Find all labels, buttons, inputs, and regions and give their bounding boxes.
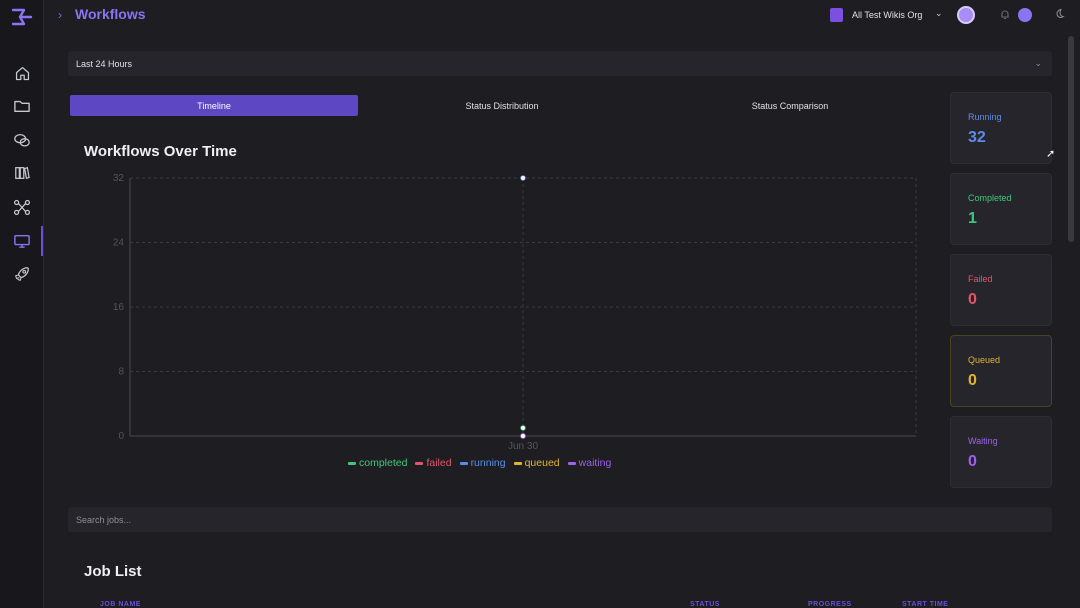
user-avatar[interactable] (957, 6, 975, 24)
stat-value: 0 (968, 372, 977, 389)
y-tick-label: 16 (113, 302, 125, 313)
y-tick-label: 24 (113, 238, 125, 249)
search-jobs-input[interactable] (68, 507, 1052, 532)
legend-item-waiting[interactable]: waiting (567, 457, 612, 469)
legend-item-completed[interactable]: completed (348, 457, 407, 469)
stat-card-waiting[interactable]: Waiting 0 (950, 416, 1052, 488)
legend-label: running (470, 457, 506, 469)
legend-swatch (459, 461, 468, 465)
chat-icon[interactable] (12, 130, 32, 150)
time-range-select[interactable]: Last 24 Hours ⌄ (68, 51, 1052, 76)
legend-item-failed[interactable]: failed (415, 457, 452, 469)
stat-card-completed[interactable]: Completed 1 (950, 173, 1052, 245)
workflow-icon[interactable] (12, 197, 32, 217)
x-tick-label: Jun 30 (508, 441, 538, 452)
column-header-start-time[interactable]: START TIME (902, 601, 948, 608)
chart-legend: completed failed running queued waiting (348, 457, 611, 469)
stat-label: Running (968, 112, 1002, 122)
legend-label: failed (426, 457, 452, 469)
library-icon[interactable] (12, 163, 32, 183)
mouse-cursor-icon: ➚ (1046, 148, 1056, 160)
app-logo-icon[interactable] (10, 6, 34, 28)
legend-swatch (567, 461, 576, 465)
legend-swatch (415, 461, 424, 465)
stat-card-queued[interactable]: Queued 0 (950, 335, 1052, 407)
column-header-progress[interactable]: PROGRESS (808, 601, 852, 608)
notification-status-icon[interactable] (1018, 8, 1032, 22)
data-point-waiting (520, 433, 526, 439)
home-icon[interactable] (12, 63, 32, 83)
sidebar (0, 0, 44, 608)
stat-label: Queued (968, 355, 1001, 365)
breadcrumb-chevron-icon: › (58, 8, 62, 22)
stat-card-failed[interactable]: Failed 0 (950, 254, 1052, 326)
chart-title: Workflows Over Time (84, 143, 237, 160)
chevron-down-icon: ⌄ (1034, 58, 1042, 68)
rocket-icon[interactable] (12, 264, 32, 284)
y-tick-label: 0 (118, 431, 124, 442)
page-title: Workflows (75, 6, 146, 22)
bell-icon[interactable] (1000, 9, 1010, 20)
data-point-running (520, 175, 526, 181)
sidebar-active-indicator (41, 226, 43, 256)
stat-value: 0 (968, 453, 977, 470)
column-header-status[interactable]: STATUS (690, 601, 720, 608)
data-point-completed (520, 425, 526, 431)
tab-status-distribution[interactable]: Status Distribution (358, 95, 646, 116)
folder-icon[interactable] (12, 96, 32, 116)
monitor-icon[interactable] (12, 231, 32, 251)
legend-item-queued[interactable]: queued (513, 457, 560, 469)
stat-label: Completed (968, 193, 1012, 203)
chevron-down-icon[interactable]: ⌄ (935, 8, 943, 19)
y-tick-label: 32 (113, 173, 125, 184)
stat-value: 1 (968, 210, 977, 227)
stat-card-running[interactable]: Running 32 (950, 92, 1052, 164)
job-list-title: Job List (84, 563, 142, 580)
page-scrollbar[interactable] (1068, 36, 1074, 242)
legend-label: completed (359, 457, 408, 469)
time-range-value: Last 24 Hours (76, 59, 133, 69)
stat-label: Waiting (968, 436, 998, 446)
stat-label: Failed (968, 274, 993, 284)
legend-item-running[interactable]: running (459, 457, 506, 469)
column-header-job-name[interactable]: JOB NAME (100, 601, 141, 608)
org-selector[interactable]: All Test Wikis Org (852, 10, 922, 20)
legend-swatch (513, 461, 522, 465)
top-bar: › Workflows All Test Wikis Org ⌄ (44, 0, 1080, 30)
legend-swatch (348, 461, 356, 465)
stat-value: 32 (968, 129, 986, 146)
tab-status-comparison[interactable]: Status Comparison (646, 95, 934, 116)
theme-toggle-icon[interactable] (1054, 8, 1065, 19)
workflows-chart: 0 8 16 24 32 Jun 30 (113, 173, 917, 452)
stat-value: 0 (968, 291, 977, 308)
chart-tabs: Timeline Status Distribution Status Comp… (70, 95, 936, 116)
legend-label: queued (524, 457, 560, 469)
org-icon[interactable] (830, 8, 843, 22)
y-tick-label: 8 (118, 367, 124, 378)
tab-timeline[interactable]: Timeline (70, 95, 358, 116)
legend-label: waiting (578, 457, 612, 469)
